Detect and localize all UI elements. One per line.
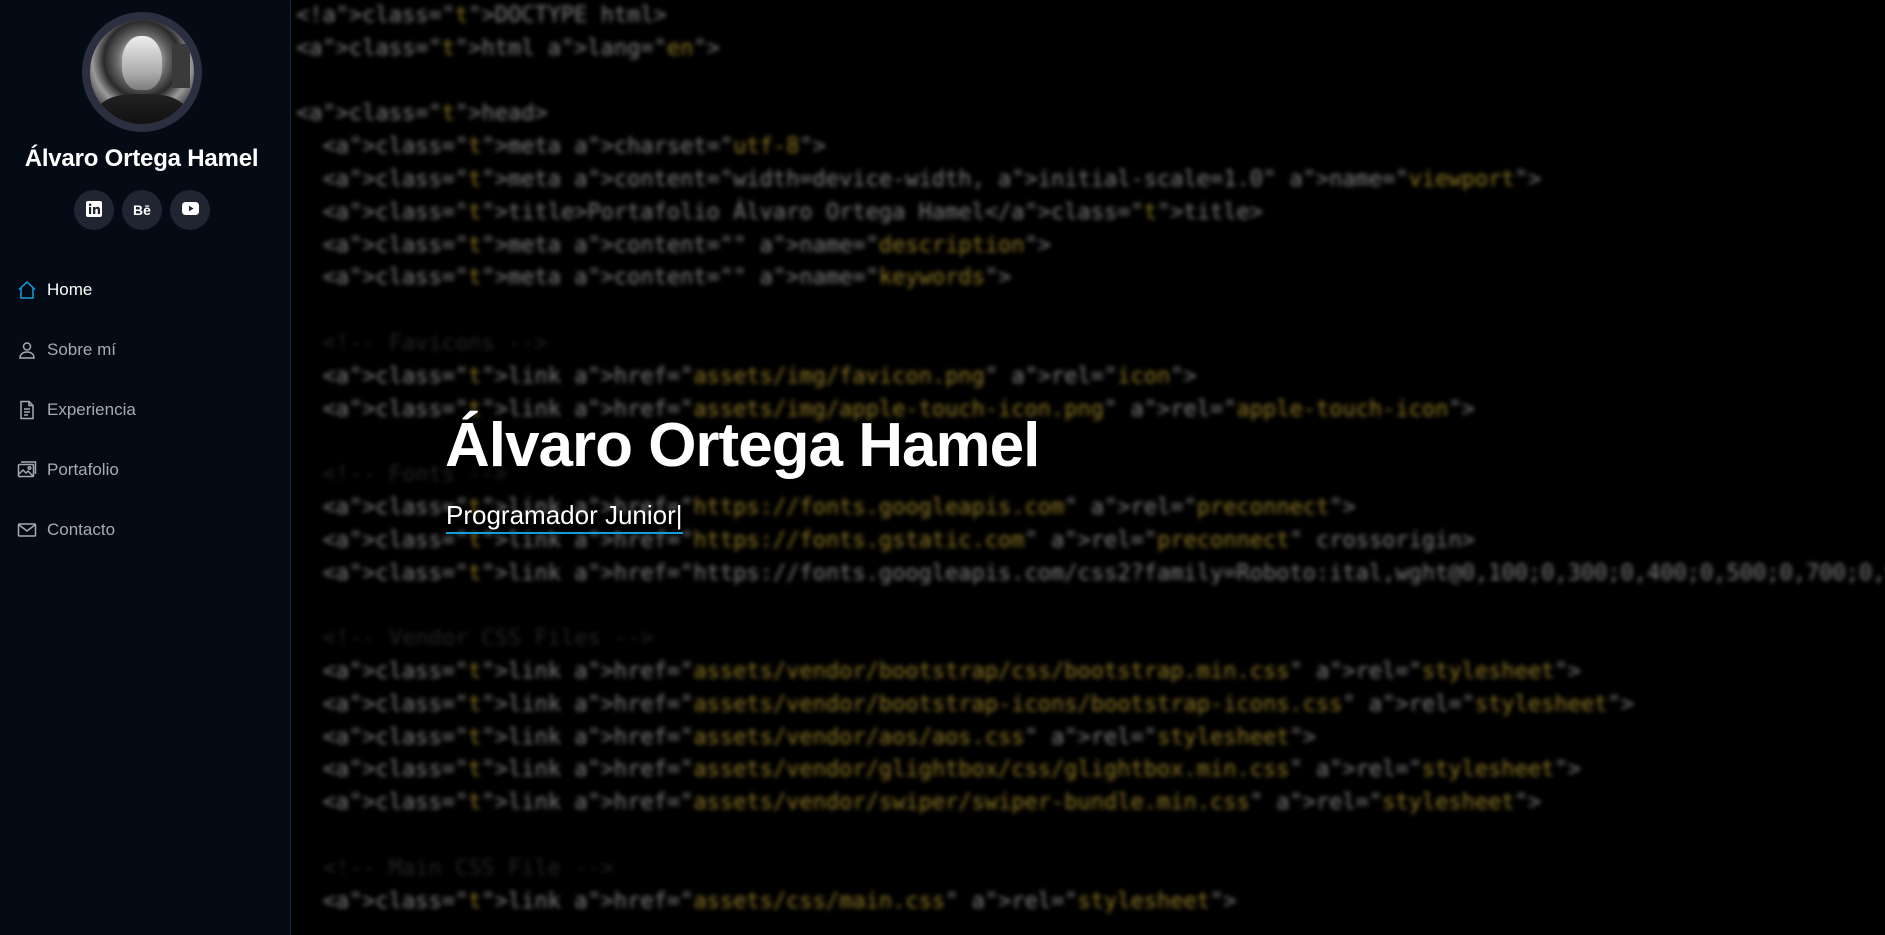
sidebar-nav: Home Sobre mí Experiencia Portafolio Con… — [0, 260, 290, 560]
hero-subtitle: Programador Junior| — [446, 500, 683, 534]
code-line: <a">class="t">head> — [296, 101, 548, 127]
nav-label-experiencia: Experiencia — [47, 400, 136, 419]
envelope-icon — [16, 519, 38, 541]
linkedin-icon — [86, 200, 102, 220]
nav-item-experiencia[interactable]: Experiencia — [0, 380, 290, 440]
code-line: <a">class="t">link a">href="assets/vendo… — [296, 658, 1581, 684]
code-line: <a">class="t">html a">lang="en"> — [296, 35, 720, 61]
social-links: Bē — [74, 190, 210, 230]
nav-item-portafolio[interactable]: Portafolio — [0, 440, 290, 500]
code-line: <!-- Favicons --> — [296, 330, 548, 356]
nav-label-home: Home — [47, 280, 93, 299]
typed-text: Programador Junior — [446, 500, 676, 530]
youtube-icon — [181, 202, 199, 218]
person-icon — [16, 339, 38, 361]
typing-caret: | — [675, 500, 683, 530]
code-line: <a">class="t">meta a">content="width=dev… — [296, 166, 1542, 192]
code-line: <a">class="t">meta a">charset="utf-8"> — [296, 134, 826, 160]
behance-icon: Bē — [133, 202, 151, 218]
hero-section: <!a">class="t">DOCTYPE html> <a">class="… — [292, 0, 1885, 935]
sidebar: Álvaro Ortega Hamel Bē Home Sobre mí Exp… — [0, 0, 291, 935]
code-line: <!a">class="t">DOCTYPE html> — [296, 3, 667, 28]
nav-item-contacto[interactable]: Contacto — [0, 500, 290, 560]
code-line: <a">class="t">link a">href="assets/vendo… — [296, 790, 1542, 816]
behance-button[interactable]: Bē — [122, 190, 162, 230]
nav-item-home[interactable]: Home — [0, 260, 290, 320]
avatar-background — [172, 44, 190, 88]
document-icon — [16, 399, 38, 421]
code-line: <a">class="t">link a">href="assets/vendo… — [296, 691, 1634, 717]
nav-item-sobre-mi[interactable]: Sobre mí — [0, 320, 290, 380]
code-line: <a">class="t">link a">href="assets/css/m… — [296, 888, 1237, 914]
profile-name[interactable]: Álvaro Ortega Hamel — [0, 145, 283, 173]
avatar — [82, 12, 202, 132]
hero-title: Álvaro Ortega Hamel — [445, 411, 1040, 480]
nav-label-portafolio: Portafolio — [47, 460, 119, 479]
avatar-head — [122, 36, 162, 90]
code-line: <a">class="t">meta a">content="" a">name… — [296, 265, 1012, 291]
linkedin-button[interactable] — [74, 190, 114, 230]
code-line: <a">class="t">title>Portafolio Álvaro Or… — [296, 199, 1263, 225]
nav-label-sobre-mi: Sobre mí — [47, 340, 116, 359]
youtube-button[interactable] — [170, 190, 210, 230]
code-line: <a">class="t">link a">href="assets/vendo… — [296, 757, 1581, 783]
house-icon — [16, 279, 38, 301]
avatar-shirt — [96, 94, 188, 124]
code-line: <a">class="t">link a">href="assets/img/f… — [296, 363, 1197, 389]
nav-label-contacto: Contacto — [47, 520, 116, 539]
code-line: <!-- Main CSS File --> — [296, 855, 614, 881]
code-line: <a">class="t">link a">href="assets/vendo… — [296, 724, 1316, 750]
code-line: <a">class="t">link a">href="https://font… — [296, 560, 1885, 586]
code-line: <!-- Vendor CSS Files --> — [296, 626, 654, 652]
images-icon — [16, 459, 38, 481]
code-line: <a">class="t">meta a">content="" a">name… — [296, 232, 1052, 258]
